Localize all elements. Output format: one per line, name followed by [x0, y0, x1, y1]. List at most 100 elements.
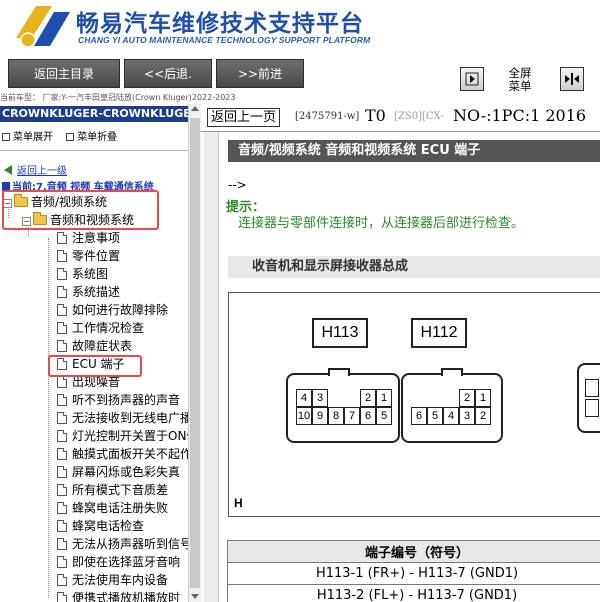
pin-cell: 6	[411, 407, 427, 425]
tree-item-label: 系统图	[72, 267, 109, 281]
table-header-terminal: 端子编号（符号）	[227, 540, 600, 563]
pin-cell	[328, 389, 344, 407]
pin-cell: 2	[475, 407, 491, 425]
tree-item[interactable]: 听不到扬声器的声音	[57, 391, 180, 409]
document-icon	[57, 268, 67, 280]
doc-t0: T0	[365, 106, 386, 125]
tree-item[interactable]: 故障症状表	[57, 337, 132, 355]
pin-cell: 6	[360, 407, 376, 425]
tree-item[interactable]: 系统描述	[57, 283, 120, 301]
tree-item[interactable]: 工作情况检查	[57, 319, 144, 337]
pin-cell: 1	[376, 389, 392, 407]
scroll-down-icon[interactable]	[191, 594, 199, 599]
toolbar: 返回主目录 <<后退. >>前进 全屏 菜单	[0, 55, 600, 93]
connector-partial	[577, 363, 600, 433]
tree-item-label: 注意事项	[72, 231, 121, 245]
tree-item[interactable]: 蜂窝电话检查	[57, 517, 144, 535]
document-icon	[57, 430, 67, 442]
tree-item-label: 听不到扬声器的声音	[72, 393, 181, 407]
document-icon	[57, 412, 67, 424]
split-view-button[interactable]	[560, 67, 584, 91]
tree-item-label: 系统描述	[72, 285, 121, 299]
tree-item-label: 蜂窝电话检查	[72, 519, 145, 533]
pin-cell: 2	[459, 389, 475, 407]
tree-item[interactable]: 蜂窝电话注册失败	[57, 499, 168, 517]
pin-cell: 9	[312, 407, 328, 425]
brand-title: 畅易汽车维修技术支持平台	[76, 11, 364, 37]
pin-cell	[585, 399, 599, 417]
pin-cell: 2	[360, 389, 376, 407]
tree-item[interactable]: 无法从扬声器听到信号	[57, 535, 192, 553]
tree-item-label: 工作情况检查	[72, 321, 145, 335]
pin-cell: 4	[296, 389, 312, 407]
tree-item-label: 零件位置	[72, 249, 121, 263]
document-icon	[57, 304, 67, 316]
connector-h113: 4 3 2 1 10 9 8 7 6 5	[286, 368, 400, 443]
connector-label-h113: H113	[312, 318, 368, 348]
content-pane: 返回上一页 [2475791-w] T0 [ZS0][CX- NO-:1PC:1…	[201, 104, 600, 602]
document-icon	[57, 574, 67, 586]
connector-latch	[328, 368, 350, 376]
menu-collapse-label: 菜单折叠	[77, 132, 118, 143]
pin-cell	[344, 389, 360, 407]
tree-item[interactable]: 注意事项	[57, 229, 120, 247]
highlight-ecu-box	[48, 355, 142, 377]
menu-expand-button[interactable]: 菜单展开	[2, 132, 53, 143]
sidebar-tools: 菜单展开 菜单折叠	[2, 128, 127, 143]
pin-cell	[411, 389, 427, 407]
tree-item[interactable]: 屏幕闪烁或色彩失真	[57, 463, 180, 481]
tree-item[interactable]: 即使在选择蓝牙音响	[57, 553, 180, 571]
pin-cell: 5	[427, 407, 443, 425]
sidebar-scrollbar[interactable]	[188, 104, 201, 602]
home-button[interactable]: 返回主目录	[8, 59, 120, 88]
document-icon	[57, 448, 67, 460]
tree-item[interactable]: 零件位置	[57, 247, 120, 265]
pin-cell	[427, 389, 443, 407]
expand-panel-button[interactable]	[460, 67, 484, 91]
tree-item-label: 无法从扬声器听到信号	[72, 537, 193, 551]
table-row: H113-2 (FL+) - H113-7 (GND1)	[227, 584, 600, 602]
h113-pin-grid: 4 3 2 1 10 9 8 7 6 5	[296, 389, 392, 425]
back-button[interactable]: <<后退.	[124, 59, 212, 88]
connector-label-h112: H112	[411, 318, 467, 348]
connector-latch	[441, 368, 463, 376]
pin-cell: 8	[328, 407, 344, 425]
menu-collapse-button[interactable]: 菜单折叠	[66, 132, 117, 143]
tree-item[interactable]: 系统图	[57, 265, 108, 283]
tree-item-label: 屏幕闪烁或色彩失真	[72, 465, 181, 479]
scroll-thumb[interactable]	[190, 118, 200, 588]
tree-line	[48, 238, 49, 598]
tree-item[interactable]: 触摸式面板开关不起作用	[57, 445, 204, 463]
tree-item-label: 故障症状表	[72, 339, 133, 353]
pin-cell	[585, 379, 599, 397]
tree-item[interactable]: 便携式播放机播放时	[57, 589, 180, 602]
tree-item-label: 触摸式面板开关不起作用	[72, 447, 205, 461]
tree-item[interactable]: 如何进行故障排除	[57, 301, 168, 319]
sidebar-back-link[interactable]: 返回上一级	[4, 162, 67, 177]
return-previous-page-link[interactable]: 返回上一页	[207, 108, 281, 127]
forward-button[interactable]: >>前进	[216, 59, 304, 88]
tree-item[interactable]: 所有模式下音质差	[57, 481, 168, 499]
pin-cell: 10	[296, 407, 312, 425]
tree-item-label: 蜂窝电话注册失败	[72, 501, 169, 515]
document-icon	[57, 538, 67, 550]
sidebar-header: CROWNKLUGER-CROWNKLUGER	[0, 106, 188, 122]
expand-right-icon	[465, 72, 479, 86]
highlight-folder-box	[2, 190, 159, 230]
tree-item[interactable]: 无法接收到无线电广播	[57, 409, 192, 427]
tree-item[interactable]: 无法使用车内设备	[57, 571, 168, 589]
table-header-row: 端子编号（符号）	[227, 540, 600, 563]
document-icon	[57, 250, 67, 262]
document-icon	[57, 466, 67, 478]
scroll-up-icon[interactable]	[191, 106, 199, 111]
document-icon	[57, 376, 67, 388]
fullscreen-menu-label[interactable]: 全屏 菜单	[497, 67, 543, 93]
terminal-table: 端子编号（符号） H113-1 (FR+) - H113-7 (GND1) H1…	[227, 540, 600, 602]
table-cell: H113-2 (FL+) - H113-7 (GND1)	[227, 584, 600, 602]
fullscreen-label-line2: 菜单	[508, 79, 532, 93]
doc-zs: [ZS0][CX-	[394, 111, 444, 122]
sidebar-divider	[0, 150, 188, 151]
tree-item-label: 如何进行故障排除	[72, 303, 169, 317]
pin-cell: 7	[344, 407, 360, 425]
pin-cell: 3	[312, 389, 328, 407]
